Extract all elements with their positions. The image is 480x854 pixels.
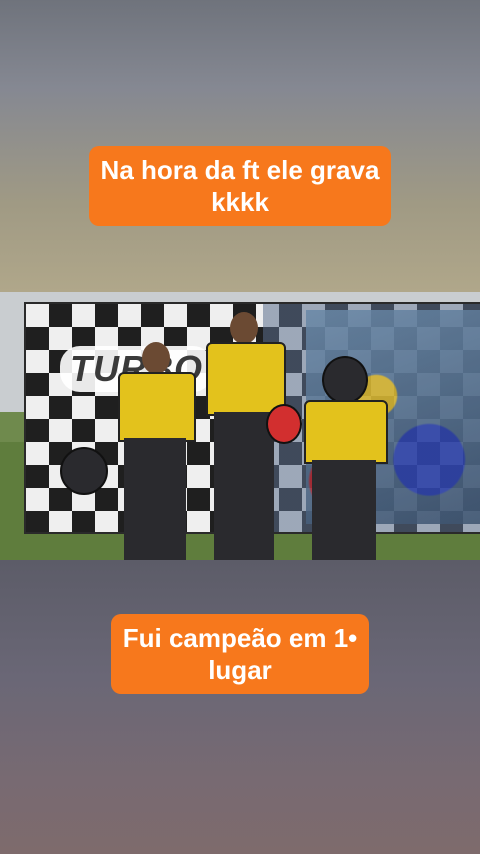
caption-bottom-line2: lugar bbox=[208, 655, 272, 685]
driver-left-suit-top bbox=[118, 372, 196, 442]
driver-center-suit-bottom bbox=[214, 412, 274, 560]
driver-left-suit-bottom bbox=[124, 438, 186, 560]
story-screen: { "captions": { "top": { "line1": "Na ho… bbox=[0, 0, 480, 854]
caption-top: Na hora da ft ele grava kkkk bbox=[0, 146, 480, 226]
blurred-background-bottom bbox=[0, 560, 480, 854]
driver-right-helmet bbox=[322, 356, 368, 404]
caption-top-line2: kkkk bbox=[211, 187, 269, 217]
caption-top-box: Na hora da ft ele grava kkkk bbox=[88, 146, 392, 226]
caption-bottom-box: Fui campeão em 1• lugar bbox=[110, 614, 370, 694]
driver-right bbox=[296, 356, 392, 560]
driver-center-suit-top bbox=[206, 342, 286, 416]
driver-right-suit-bottom bbox=[312, 460, 376, 560]
black-helmet bbox=[60, 447, 108, 495]
driver-left bbox=[110, 342, 200, 560]
kart-podium-photo: TURBO bbox=[0, 292, 480, 560]
caption-top-line1: Na hora da ft ele grava bbox=[100, 155, 380, 185]
driver-center-head bbox=[230, 312, 258, 344]
caption-bottom-line1: Fui campeão em 1• bbox=[122, 623, 358, 653]
caption-bottom: Fui campeão em 1• lugar bbox=[0, 614, 480, 694]
driver-left-head bbox=[142, 342, 170, 374]
driver-right-suit-top bbox=[304, 400, 388, 464]
